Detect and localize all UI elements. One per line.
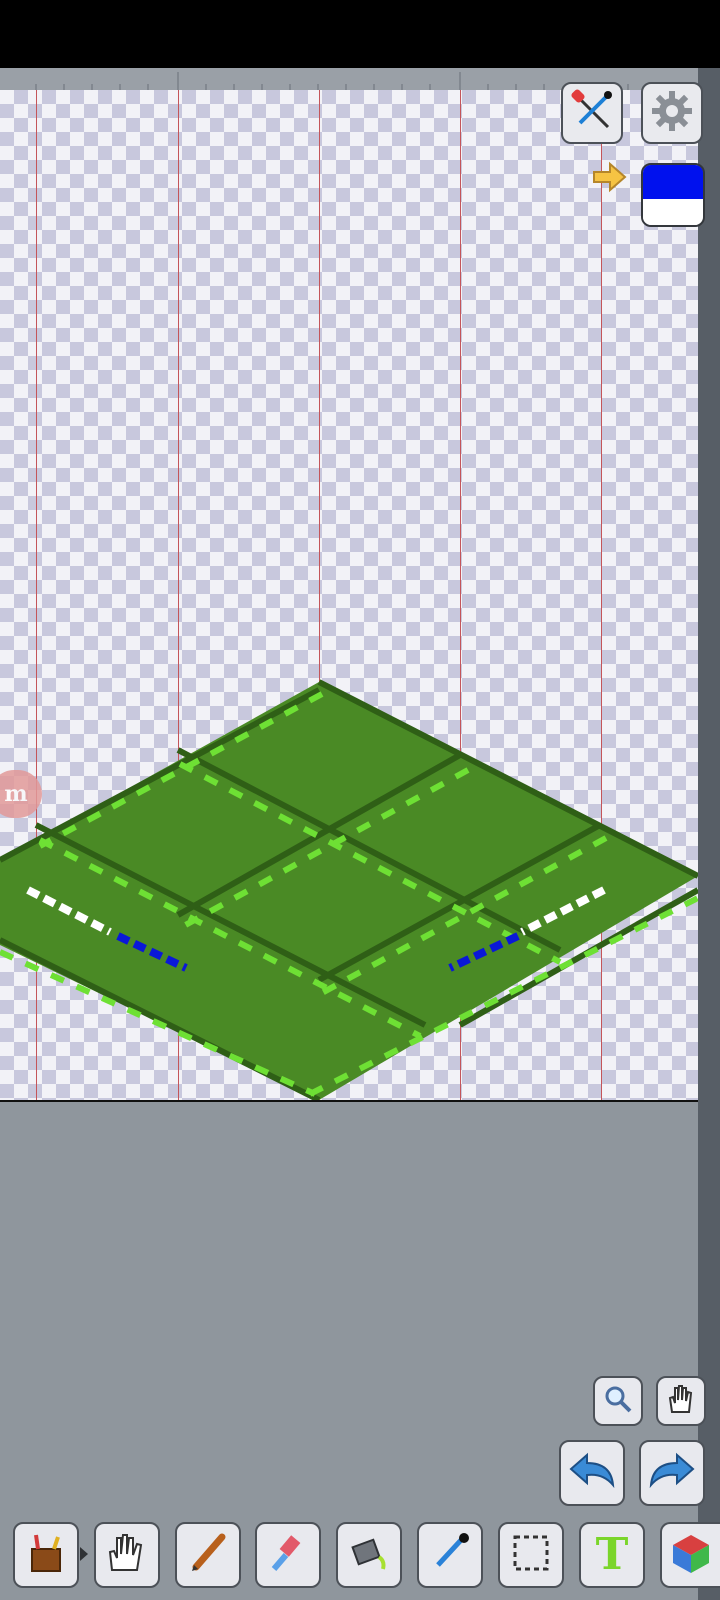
pen-icon [186, 1531, 230, 1579]
selection-tool-button[interactable] [498, 1522, 564, 1588]
magnifier-icon [603, 1384, 633, 1418]
toolbox-button[interactable] [13, 1522, 79, 1588]
glove-tool-button[interactable] [94, 1522, 160, 1588]
isometric-grass-tile [0, 679, 698, 1100]
hand-icon [664, 1382, 698, 1420]
pen-tool-button[interactable] [175, 1522, 241, 1588]
gear-icon [649, 88, 695, 138]
undo-button[interactable] [559, 1440, 625, 1506]
layer-chip-label: m [4, 781, 28, 807]
swap-arrow-icon [592, 161, 628, 197]
zoom-button[interactable] [593, 1376, 643, 1426]
ruler-right [698, 68, 720, 1600]
screwdriver-pipette-icon [568, 87, 616, 139]
toolbox-icon [24, 1531, 68, 1579]
color-swatch[interactable] [641, 163, 705, 227]
swap-colors-button[interactable] [592, 161, 628, 197]
hand-glove-icon [104, 1530, 150, 1580]
redo-button[interactable] [639, 1440, 705, 1506]
text-tool-button[interactable]: T [579, 1522, 645, 1588]
eyedropper-tool-button[interactable] [417, 1522, 483, 1588]
tools-menu-button[interactable] [561, 82, 623, 144]
redo-arrow-icon [647, 1451, 697, 1495]
eyedropper-icon [428, 1531, 472, 1579]
text-icon: T [595, 1529, 629, 1580]
bucket-icon [347, 1531, 391, 1579]
pan-button[interactable] [656, 1376, 706, 1426]
3d-tool-button[interactable] [660, 1522, 720, 1588]
status-bar [0, 0, 720, 68]
primary-color[interactable] [643, 165, 703, 199]
toolbox-expand-indicator [80, 1547, 88, 1561]
settings-button[interactable] [641, 82, 703, 144]
eraser-icon [266, 1531, 310, 1579]
eraser-tool-button[interactable] [255, 1522, 321, 1588]
canvas-border [0, 1100, 698, 1102]
undo-arrow-icon [567, 1451, 617, 1495]
selection-icon [509, 1531, 553, 1579]
secondary-color[interactable] [643, 199, 703, 225]
bucket-tool-button[interactable] [336, 1522, 402, 1588]
3d-cube-icon [669, 1531, 713, 1579]
drawing-canvas[interactable]: m [0, 90, 698, 1100]
